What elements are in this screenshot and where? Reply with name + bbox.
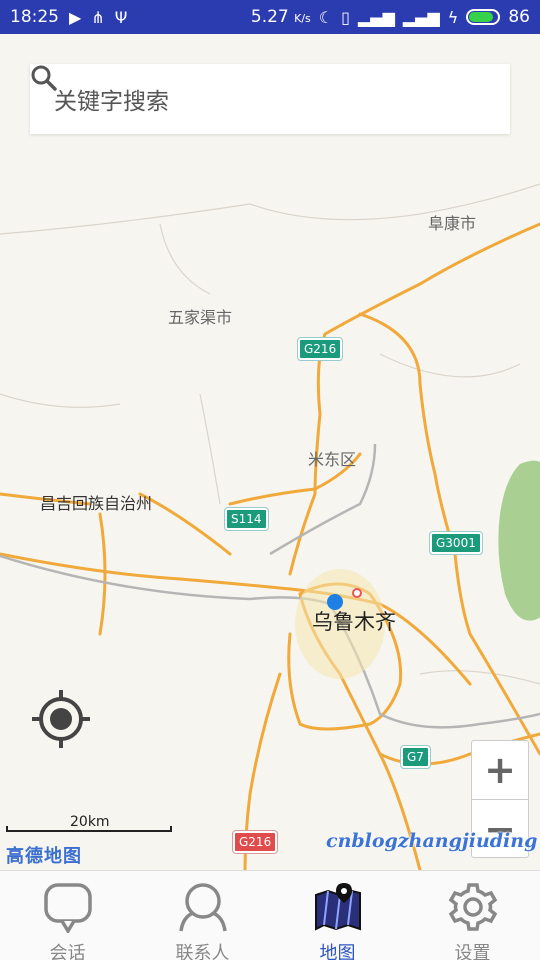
tab-contacts[interactable]: 联系人 [135,871,270,960]
bottom-tab-bar: 会话 联系人 地图 设置 [0,870,540,960]
usb-icon: Ψ [114,7,128,27]
charging-icon: ϟ [447,7,459,27]
signal-icon-2: ▂▄▆ [402,7,440,27]
video-icon: ▶ [69,7,82,27]
watermark: cnblogzhangjiuding [326,830,538,852]
search-placeholder: 关键字搜索 [54,89,169,115]
map-view[interactable]: 阜康市 五家渠市 米东区 昌吉回族自治州 乌鲁木齐 G216 S114 G300… [0,34,540,870]
road-shield: G216 [233,831,278,853]
zoom-in-button[interactable]: + [472,741,528,799]
gear-icon [448,883,497,931]
signal-icon: ▂▄▆ [357,7,395,27]
road-shield: G7 [401,746,430,768]
status-bar: 18:25 ▶ ⋔ Ψ 5.27 K/s ☾ ▯ ▂▄▆ ▂▄▆ ϟ 86 [0,0,540,34]
place-label: 阜康市 [428,214,477,233]
amap-logo: 高德地图 [6,846,82,867]
tab-chat[interactable]: 会话 [0,871,135,960]
network-speed: 5.27 K/s [250,7,311,27]
crosshair-icon [32,690,90,748]
tab-map[interactable]: 地图 [270,871,405,960]
map-icon [314,883,361,931]
place-label-city: 乌鲁木齐 [312,610,396,634]
place-label: 米东区 [308,450,357,469]
search-icon [31,65,57,91]
road-shield: G3001 [430,532,482,554]
tab-settings[interactable]: 设置 [405,871,540,960]
moon-icon: ☾ [318,7,334,27]
battery-level: 86 [508,7,530,27]
locate-me-button[interactable] [30,688,92,750]
search-input[interactable]: 关键字搜索 [30,64,510,134]
vibrate-icon: ▯ [341,7,350,27]
battery-icon [466,9,501,25]
map-scale: 20km [6,814,172,832]
chat-bubble-icon [43,883,92,933]
place-label: 昌吉回族自治州 [40,494,153,513]
clock: 18:25 [10,7,59,27]
share-icon: ⋔ [91,7,105,27]
road-shield: G216 [298,338,343,360]
person-icon [178,883,227,932]
place-label: 五家渠市 [168,308,233,327]
road-shield: S114 [225,508,268,530]
